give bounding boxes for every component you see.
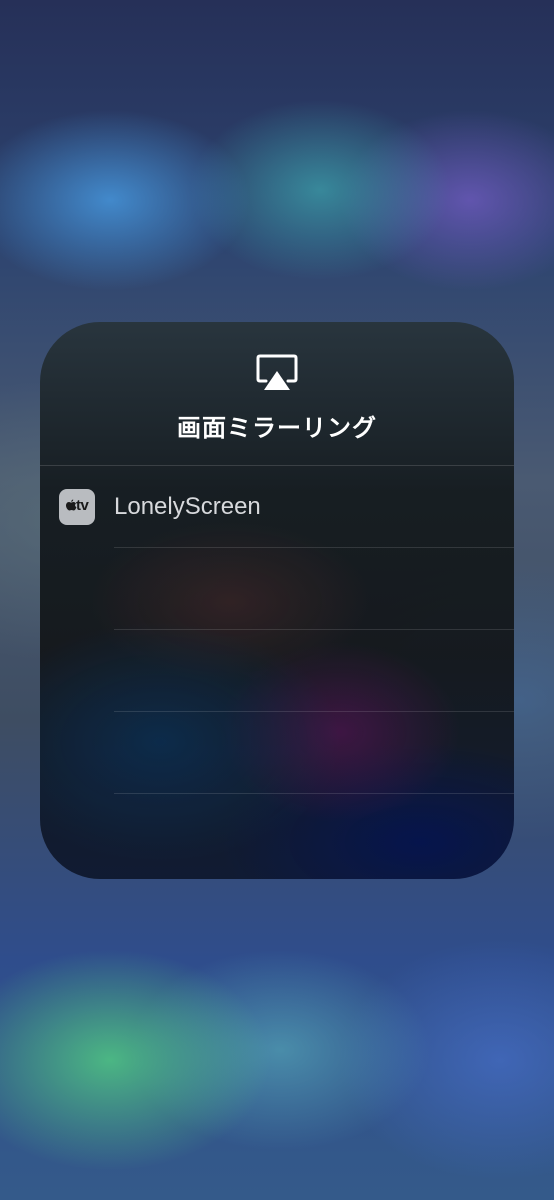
device-name: LonelyScreen	[114, 493, 261, 520]
empty-row	[40, 548, 514, 630]
apple-tv-icon: tv	[59, 489, 95, 525]
empty-row	[40, 712, 514, 794]
screen-mirroring-panel: 画面ミラーリング tv LonelyScreen	[40, 322, 514, 879]
airplay-icon	[256, 354, 298, 390]
device-list: tv LonelyScreen	[40, 466, 514, 794]
panel-title: 画面ミラーリング	[177, 414, 377, 442]
row-divider	[114, 793, 514, 794]
panel-header: 画面ミラーリング	[40, 322, 514, 465]
empty-row	[40, 630, 514, 712]
device-row-lonelyscreen[interactable]: tv LonelyScreen	[40, 466, 514, 548]
apple-tv-icon-label: tv	[76, 497, 89, 514]
